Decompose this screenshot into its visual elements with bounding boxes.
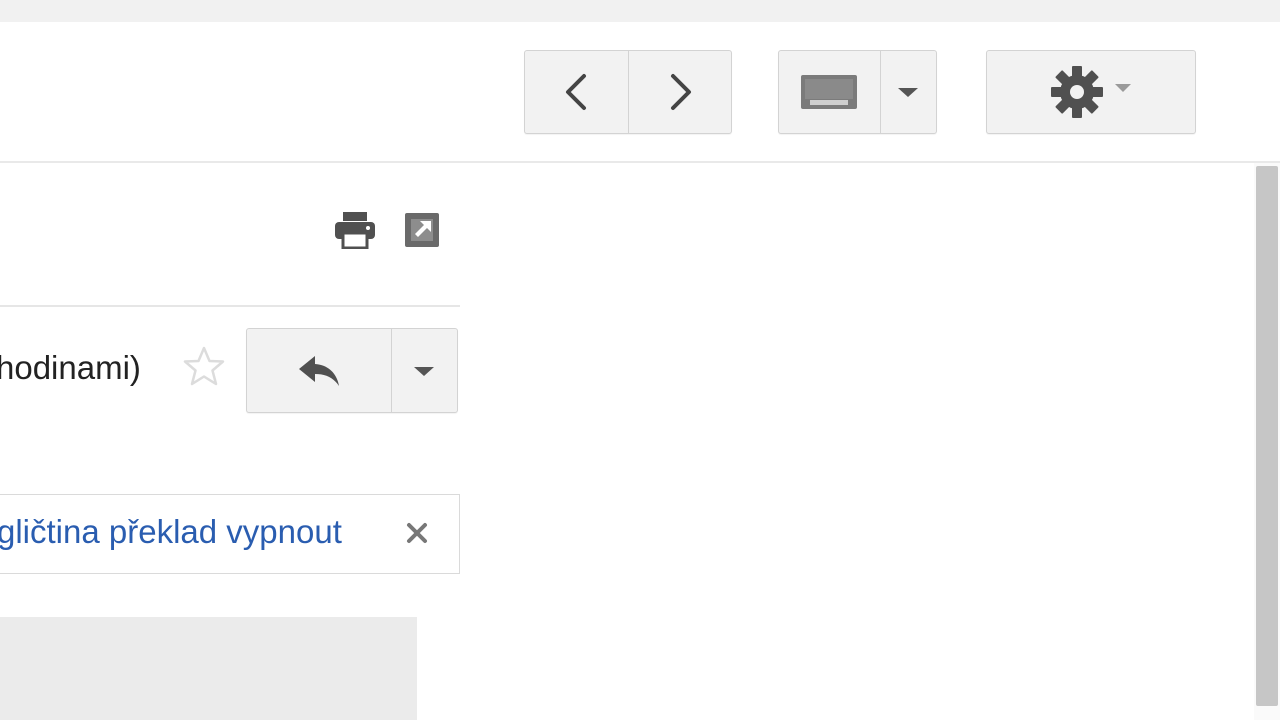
caret-down-icon xyxy=(898,88,919,97)
settings-button[interactable] xyxy=(987,51,1195,133)
mail-view: hodinami) gličtina překlad vypnout xyxy=(0,0,1280,720)
star-button[interactable] xyxy=(180,342,228,392)
settings-group xyxy=(986,50,1196,134)
message-body-block xyxy=(0,617,417,720)
gear-icon xyxy=(1051,66,1103,118)
open-in-new-window-button[interactable] xyxy=(398,205,446,255)
message-header-divider xyxy=(0,305,460,307)
reply-group xyxy=(246,328,458,413)
chevron-right-icon xyxy=(671,74,691,110)
older-button[interactable] xyxy=(628,51,731,133)
toolbar-divider xyxy=(0,161,1280,163)
star-outline-icon xyxy=(183,346,225,386)
print-icon xyxy=(335,212,375,249)
popout-icon xyxy=(405,213,439,247)
translation-bar: gličtina překlad vypnout xyxy=(0,494,460,574)
close-icon xyxy=(407,523,427,543)
newer-button[interactable] xyxy=(525,51,628,133)
reply-button[interactable] xyxy=(247,329,391,412)
keyboard-icon xyxy=(801,75,858,109)
reply-icon xyxy=(298,355,339,386)
caret-down-icon xyxy=(414,366,435,376)
conversation-nav xyxy=(524,50,732,134)
scrollbar-thumb[interactable] xyxy=(1256,166,1278,706)
translation-close-button[interactable] xyxy=(397,513,437,553)
translation-toggle-link[interactable]: gličtina překlad vypnout xyxy=(0,509,342,555)
caret-down-icon xyxy=(1115,84,1131,92)
more-actions-button[interactable] xyxy=(390,329,457,412)
input-tools-button[interactable] xyxy=(779,51,880,133)
input-tools-menu-button[interactable] xyxy=(879,51,936,133)
print-button[interactable] xyxy=(330,205,380,255)
input-tools-group xyxy=(778,50,937,134)
chevron-left-icon xyxy=(565,74,586,110)
top-strip xyxy=(0,0,1280,22)
message-date: hodinami) xyxy=(0,349,141,386)
